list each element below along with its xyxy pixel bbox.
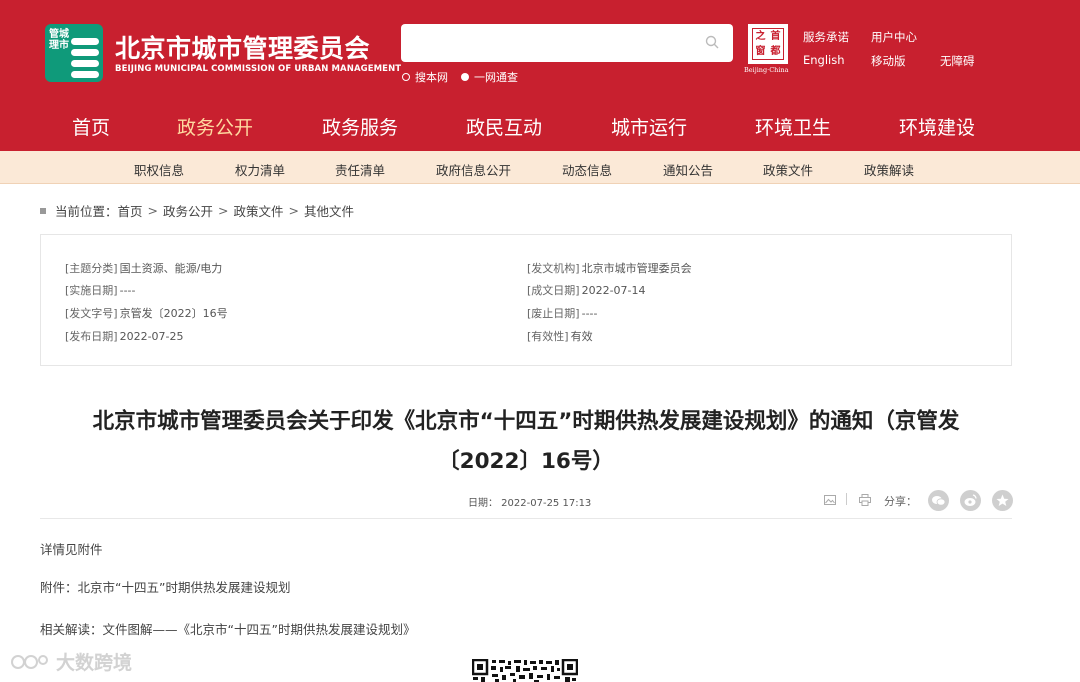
subnav-item[interactable]: 动态信息	[562, 160, 612, 179]
breadcrumb-separator: >	[288, 203, 300, 218]
breadcrumb-item[interactable]: 首页	[118, 201, 143, 220]
image-icon[interactable]	[824, 494, 836, 506]
info-subject: [主题分类] 国土资源、能源/电力	[65, 262, 223, 275]
service-promise-link[interactable]: 服务承诺	[803, 29, 849, 45]
qr-code	[472, 659, 578, 682]
share-label: 分享：	[884, 495, 917, 508]
main-nav: 首页 政务公开 政务服务 政民互动 城市运行 环境卫生 环境建设	[0, 101, 1080, 151]
watermark: 大数跨境	[10, 648, 132, 675]
info-expiry-date: [废止日期] ----	[527, 307, 598, 320]
info-validity: [有效性] 有效	[527, 330, 593, 343]
sub-nav: 职权信息 权力清单 责任清单 政府信息公开 动态信息 通知公告 政策文件 政策解…	[0, 151, 1080, 184]
nav-construction[interactable]: 环境建设	[899, 113, 975, 140]
info-issuer: [发文机构] 北京市城市管理委员会	[527, 262, 692, 275]
related-reading-link[interactable]: 相关解读：文件图解——《北京市“十四五”时期供热发展建设规划》	[40, 619, 415, 638]
accessibility-link[interactable]: 无障碍	[940, 53, 975, 69]
toolbar-divider	[846, 493, 847, 505]
attachment-link[interactable]: 附件：北京市“十四五”时期供热发展建设规划	[40, 577, 290, 596]
subnav-item[interactable]: 责任清单	[335, 160, 385, 179]
nav-interaction[interactable]: 政民互动	[466, 113, 542, 140]
logo-stripe	[71, 60, 99, 67]
subnav-item[interactable]: 政策解读	[864, 160, 914, 179]
logo-stripe	[71, 71, 99, 78]
nav-home[interactable]: 首页	[72, 113, 110, 140]
content-divider	[40, 518, 1012, 519]
english-link[interactable]: English	[803, 53, 845, 67]
capital-logo-char: 首	[770, 31, 781, 42]
user-center-link[interactable]: 用户中心	[871, 29, 917, 45]
subnav-item[interactable]: 政府信息公开	[436, 160, 511, 179]
article-title: 北京市城市管理委员会关于印发《北京市“十四五”时期供热发展建设规划》的通知（京管…	[40, 402, 1012, 482]
info-doc-number: [发文字号] 京管发〔2022〕16号	[65, 307, 228, 320]
search-input[interactable]	[401, 24, 733, 62]
document-info-panel: [主题分类] 国土资源、能源/电力 [实施日期] ---- [发文字号] 京管发〔20…	[40, 234, 1012, 366]
breadcrumb-item[interactable]: 政策文件	[234, 201, 284, 220]
bullet-square-icon	[40, 207, 46, 214]
article-date: 日期： 2022-07-25 17:13	[468, 498, 592, 509]
info-publish-date: [发布日期] 2022-07-25	[65, 330, 184, 343]
print-icon[interactable]	[859, 494, 871, 506]
radio-unchecked-icon	[402, 73, 410, 81]
info-effective-date: [实施日期] ----	[65, 284, 136, 297]
breadcrumb-separator: >	[147, 203, 159, 218]
breadcrumb-item[interactable]: 政务公开	[163, 201, 213, 220]
breadcrumb: 当前位置： 首页 > 政务公开 > 政策文件 > 其他文件	[40, 201, 354, 220]
weibo-icon[interactable]	[960, 490, 981, 511]
subnav-item[interactable]: 职权信息	[134, 160, 184, 179]
capital-logo-subtitle: Beijing·China	[744, 66, 789, 74]
info-written-date: [成文日期] 2022-07-14	[527, 284, 646, 297]
wechat-icon[interactable]	[928, 490, 949, 511]
logo-stripe	[71, 49, 99, 56]
search-option-label: 一网通查	[474, 71, 518, 84]
site-header: 管城理市 北京市城市管理委员会 BEIJING MUNICIPAL COMMIS…	[0, 0, 1080, 101]
capital-logo-char: 都	[770, 46, 781, 57]
breadcrumb-separator: >	[218, 203, 229, 218]
breadcrumb-prefix: 当前位置：	[55, 204, 118, 219]
search-option-label: 搜本网	[415, 71, 448, 84]
capital-logo-char: 窗	[755, 46, 766, 57]
star-icon[interactable]	[992, 490, 1013, 511]
logo-stripe	[71, 38, 99, 45]
nav-gov-service[interactable]: 政务服务	[322, 113, 398, 140]
wechat-channel-icon	[11, 654, 48, 669]
mobile-link[interactable]: 移动版	[871, 53, 906, 69]
nav-city-operation[interactable]: 城市运行	[611, 113, 687, 140]
nav-gov-affairs[interactable]: 政务公开	[177, 113, 253, 140]
article-title-line: 〔2022〕16号）	[438, 449, 614, 474]
breadcrumb-item[interactable]: 其他文件	[304, 201, 354, 220]
subnav-item[interactable]: 通知公告	[663, 160, 713, 179]
subnav-item[interactable]: 权力清单	[235, 160, 285, 179]
search-icon[interactable]	[705, 35, 719, 49]
logo-badge[interactable]: 管城理市	[45, 24, 103, 82]
nav-sanitation[interactable]: 环境卫生	[755, 113, 831, 140]
site-subtitle: BEIJING MUNICIPAL COMMISSION OF URBAN MA…	[115, 64, 402, 74]
search-option-all[interactable]: 一网通查	[461, 69, 518, 85]
capital-logo-char: 之	[755, 31, 766, 42]
watermark-text: 大数跨境	[56, 652, 133, 674]
capital-window-logo[interactable]: 之 首 窗 都	[748, 24, 788, 64]
radio-checked-icon	[461, 73, 469, 81]
article-title-line: 北京市城市管理委员会关于印发《北京市“十四五”时期供热发展建设规划》的通知（京管…	[92, 409, 960, 434]
search-option-site[interactable]: 搜本网	[402, 69, 448, 85]
subnav-item[interactable]: 政策文件	[763, 160, 813, 179]
body-paragraph: 详情见附件	[40, 542, 103, 557]
site-title[interactable]: 北京市城市管理委员会	[115, 29, 370, 65]
